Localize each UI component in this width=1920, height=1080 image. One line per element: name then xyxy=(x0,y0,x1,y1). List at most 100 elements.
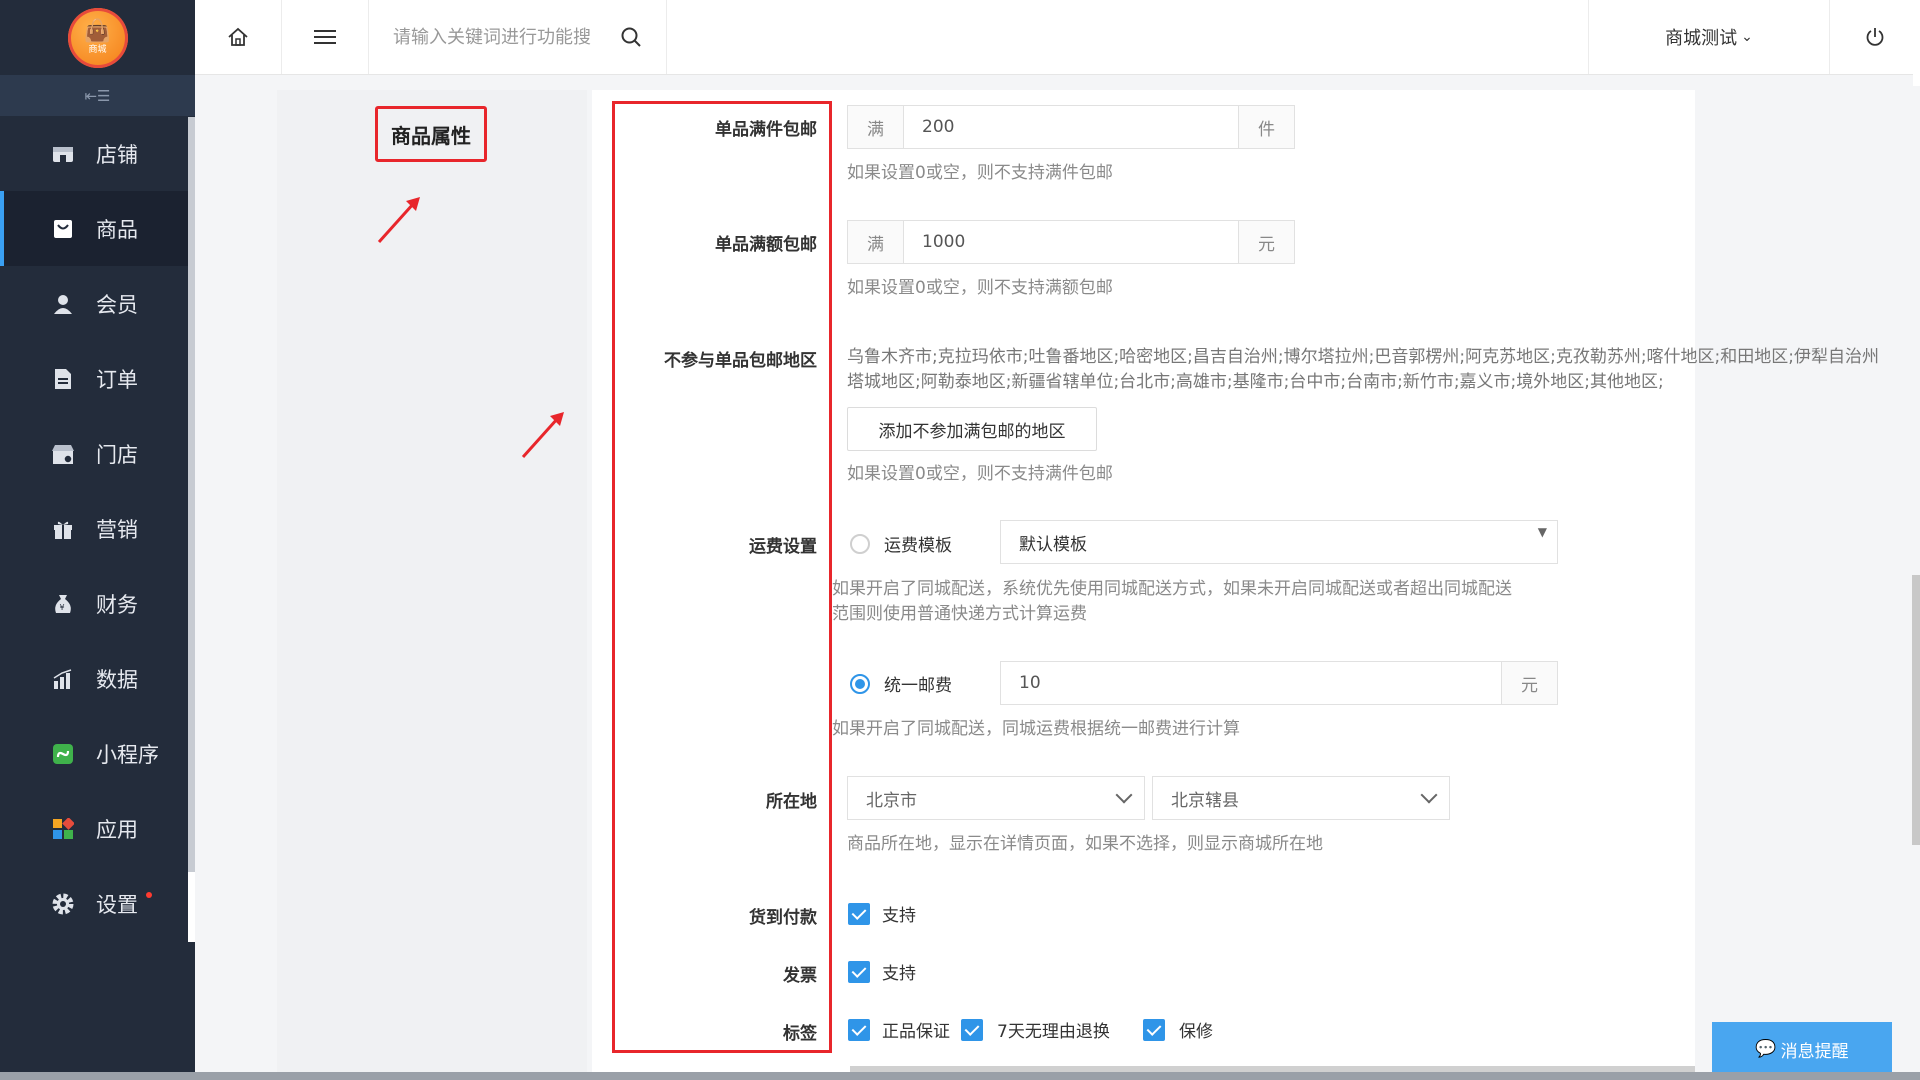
svg-text:¥: ¥ xyxy=(60,603,65,612)
menu-toggle-button[interactable] xyxy=(282,0,369,74)
logout-button[interactable] xyxy=(1830,0,1920,74)
money-bag-icon: ¥ xyxy=(50,593,76,615)
shipping-label: 运费设置 xyxy=(749,537,817,557)
sidebar-scrollbar[interactable] xyxy=(188,117,195,942)
shipping-template-value: 默认模板 xyxy=(1019,534,1087,555)
tag-option: 7天无理由退换 xyxy=(997,1022,1110,1042)
cod-label: 货到付款 xyxy=(749,908,817,928)
chevron-down-icon xyxy=(1420,786,1438,804)
invoice-checkbox[interactable]: 支持 xyxy=(848,959,916,984)
sidebar-item-label: 应用 xyxy=(96,817,138,842)
annotation-arrow-icon xyxy=(377,197,420,244)
tag-checkbox-warranty[interactable]: 保修 xyxy=(1143,1017,1213,1042)
checkbox-checked xyxy=(961,1018,983,1041)
store-icon xyxy=(50,144,76,164)
tags-label: 标签 xyxy=(783,1024,817,1044)
free-ship-count-hint: 如果设置0或空，则不支持满件包邮 xyxy=(847,163,1113,183)
sidebar-item-goods[interactable]: 商品 xyxy=(0,191,195,266)
home-icon xyxy=(228,27,248,46)
shop-front-icon xyxy=(50,443,76,465)
top-bar-spacer xyxy=(667,0,1589,74)
free-ship-amount-label: 单品满额包邮 xyxy=(715,235,817,255)
shop-name: 商城测试 xyxy=(1665,28,1738,49)
shipping-template-hint-line1: 如果开启了同城配送，系统优先使用同城配送方式，如果未开启同城配送或者超出同城配送 xyxy=(832,579,1512,599)
section-title-text: 商品属性 xyxy=(391,123,471,148)
sidebar-item-finance[interactable]: ¥ 财务 xyxy=(0,566,195,641)
user-icon xyxy=(50,293,76,315)
sidebar-item-apps[interactable]: 应用 xyxy=(0,791,195,866)
shop-switcher[interactable]: 商城测试 ⌄ xyxy=(1589,0,1830,74)
free-ship-amount-input[interactable]: 1000 xyxy=(904,221,1238,263)
excluded-regions-line1: 乌鲁木齐市;克拉玛依市;吐鲁番地区;哈密地区;昌吉自治州;博尔塔拉州;巴音郭楞州… xyxy=(847,347,1880,367)
district-select[interactable]: 北京辖县 xyxy=(1152,776,1450,820)
sidebar-scroll-gap xyxy=(188,872,195,942)
mini-program-icon xyxy=(50,743,76,765)
chevron-down-icon xyxy=(1115,786,1133,804)
document-icon xyxy=(50,368,76,390)
search-bar xyxy=(369,0,667,74)
sidebar-collapse-button[interactable]: ⇤☰ xyxy=(0,75,195,116)
sidebar-item-members[interactable]: 会员 xyxy=(0,266,195,341)
chevron-down-icon: ⌄ xyxy=(1741,29,1753,45)
sidebar-item-marketing[interactable]: 营销 xyxy=(0,491,195,566)
chat-bubble-icon: 💬 xyxy=(1755,1039,1777,1059)
sidebar-item-label: 会员 xyxy=(96,292,138,317)
page-scrollbar[interactable] xyxy=(1912,575,1920,845)
shipping-template-hint-line2: 范围则使用普通快递方式计算运费 xyxy=(832,604,1087,624)
tag-checkbox-7day-return[interactable]: 7天无理由退换 xyxy=(961,1017,1110,1042)
sidebar-item-store[interactable]: 店铺 xyxy=(0,116,195,191)
annotation-arrow-icon xyxy=(521,412,564,459)
checkbox-checked xyxy=(848,1018,870,1041)
district-value: 北京辖县 xyxy=(1171,790,1239,811)
input-suffix: 元 xyxy=(1238,221,1294,263)
shipping-template-radio[interactable]: 运费模板 xyxy=(850,531,952,556)
checkbox-checked xyxy=(848,902,870,925)
checkbox-checked xyxy=(1143,1018,1165,1041)
sidebar-item-settings[interactable]: 设置 xyxy=(0,866,195,941)
sidebar-item-data[interactable]: 数据 xyxy=(0,641,195,716)
sidebar-item-stores[interactable]: 门店 xyxy=(0,416,195,491)
province-select[interactable]: 北京市 xyxy=(847,776,1145,820)
sidebar-item-label: 店铺 xyxy=(96,142,138,167)
message-reminder-button[interactable]: 💬 消息提醒 xyxy=(1712,1022,1892,1076)
gift-icon xyxy=(50,518,76,540)
sidebar-item-orders[interactable]: 订单 xyxy=(0,341,195,416)
top-right-gap xyxy=(1913,74,1920,86)
power-icon xyxy=(1866,28,1884,46)
sidebar-item-label: 财务 xyxy=(96,592,138,617)
free-ship-count-input[interactable]: 200 xyxy=(904,106,1238,148)
tag-option: 正品保证 xyxy=(882,1022,950,1042)
sidebar-item-label: 订单 xyxy=(96,367,138,392)
message-reminder-label: 消息提醒 xyxy=(1780,1041,1849,1062)
flat-shipping-input[interactable]: 10 xyxy=(1001,662,1501,704)
excluded-regions-label: 不参与单品包邮地区 xyxy=(664,351,817,371)
dropdown-caret-icon: ▼ xyxy=(1537,525,1547,539)
shopping-bag-icon xyxy=(50,218,76,240)
checkbox-checked xyxy=(848,960,870,983)
collapse-menu-icon: ⇤☰ xyxy=(84,86,111,105)
shipping-template-select[interactable]: 默认模板 ▼ xyxy=(1000,520,1558,564)
free-ship-count-group: 满 200 件 xyxy=(847,105,1295,149)
sidebar-item-label: 门店 xyxy=(96,442,138,467)
cod-checkbox[interactable]: 支持 xyxy=(848,901,916,926)
hamburger-icon xyxy=(314,30,336,44)
excluded-regions-hint: 如果设置0或空，则不支持满件包邮 xyxy=(847,464,1113,484)
shipping-template-option: 运费模板 xyxy=(884,536,952,556)
brand-logo[interactable]: 👜 商城 xyxy=(67,7,128,68)
free-ship-amount-hint: 如果设置0或空，则不支持满额包邮 xyxy=(847,278,1113,298)
sidebar-menu: 店铺 商品 会员 订单 门店 营销 ¥ 财务 数据 小程序 应用 设置 xyxy=(0,116,195,941)
search-input[interactable] xyxy=(391,25,600,49)
excluded-regions-line2: 塔城地区;阿勒泰地区;新疆省辖单位;台北市;高雄市;基隆市;台中市;台南市;新竹… xyxy=(847,372,1664,392)
tag-checkbox-authentic[interactable]: 正品保证 xyxy=(848,1017,950,1042)
flat-shipping-option: 统一邮费 xyxy=(884,676,952,696)
notification-dot xyxy=(146,892,152,898)
input-suffix: 件 xyxy=(1238,106,1294,148)
section-title: 商品属性 xyxy=(375,106,487,162)
add-excluded-region-button[interactable]: 添加不参加满包邮的地区 xyxy=(847,407,1097,451)
radio-checked xyxy=(850,673,870,694)
section-nav-panel xyxy=(277,90,587,1075)
home-button[interactable] xyxy=(195,0,282,74)
flat-shipping-radio[interactable]: 统一邮费 xyxy=(850,671,952,696)
sidebar-item-mini-program[interactable]: 小程序 xyxy=(0,716,195,791)
search-icon[interactable] xyxy=(620,26,642,48)
